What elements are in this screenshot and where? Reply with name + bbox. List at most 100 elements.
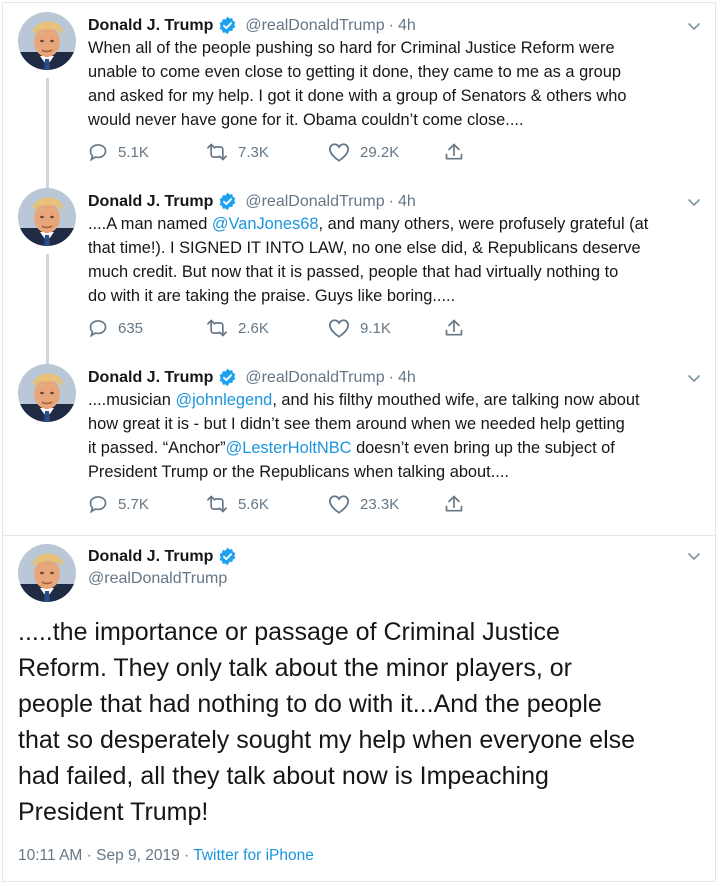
tweet-source[interactable]: Twitter for iPhone (193, 847, 314, 864)
reply-button[interactable]: 5.7K (88, 494, 149, 514)
reply-button[interactable]: 635 (88, 318, 143, 338)
tweet-actions: 5.7K 5.6K 23.3K (88, 494, 508, 518)
chevron-down-icon[interactable] (686, 18, 702, 34)
share-button[interactable] (444, 318, 474, 338)
author-handle[interactable]: @realDonaldTrump (245, 193, 384, 211)
tweet-text-line: people that had nothing to do with it...… (18, 690, 602, 718)
text-segment: that time!). I SIGNED IT INTO LAW, no on… (88, 239, 641, 257)
text-segment: unable to come even close to getting it … (88, 63, 622, 81)
separator-dot: · (388, 16, 394, 34)
like-button[interactable]: 29.2K (328, 142, 399, 162)
tweet-text-line: that time!). I SIGNED IT INTO LAW, no on… (88, 236, 700, 260)
tweet-text-line: and asked for my help. I got it done wit… (88, 84, 700, 108)
tweet-text-line: it passed. “Anchor”@LesterHoltNBC doesn’… (88, 436, 700, 460)
avatar[interactable] (18, 12, 76, 70)
verified-badge-icon (218, 192, 237, 211)
tweet-text-line: would never have gone for it. Obama coul… (88, 108, 700, 132)
share-button[interactable] (444, 494, 474, 514)
tweet-text-line: unable to come even close to getting it … (88, 60, 700, 84)
avatar[interactable] (18, 544, 76, 602)
verified-badge-icon (218, 16, 237, 35)
tweet-text-line: how great it is - but I didn’t see them … (88, 412, 700, 436)
tweet-header: Donald J. Trump @realDonaldTrump · 4h (88, 368, 416, 387)
retweet-button[interactable]: 2.6K (206, 318, 269, 338)
author-handle[interactable]: @realDonaldTrump (88, 570, 237, 588)
like-count: 29.2K (360, 143, 400, 161)
tweet-text: .....the importance or passage of Crimin… (18, 614, 698, 830)
thread-divider (3, 535, 715, 536)
author-name[interactable]: Donald J. Trump (88, 548, 213, 566)
separator-dot: · (388, 368, 394, 386)
retweet-count: 2.6K (238, 319, 269, 337)
timestamp[interactable]: 10:11 AM · Sep 9, 2019 · (18, 847, 189, 864)
tweet-text: ....A man named @VanJones68, and many ot… (88, 212, 700, 308)
mention-link[interactable]: @johnlegend (175, 391, 272, 409)
like-button[interactable]: 23.3K (328, 494, 399, 514)
share-icon (444, 318, 474, 338)
tweet-time[interactable]: 4h (398, 369, 416, 387)
mention-link[interactable]: @LesterHoltNBC (226, 439, 352, 457)
reply-count: 5.1K (118, 143, 149, 161)
reply-button[interactable]: 5.1K (88, 142, 149, 162)
tweet-time[interactable]: 4h (398, 193, 416, 211)
thread-connector-line (46, 254, 49, 366)
tweet-text: ....musician @johnlegend, and his filthy… (88, 388, 700, 484)
share-button[interactable] (444, 142, 474, 162)
text-segment: ....A man named (88, 215, 212, 233)
tweet-text-line: had failed, all they talk about now is I… (18, 762, 549, 790)
text-segment: , and his filthy mouthed wife, are talki… (272, 391, 640, 409)
text-segment: President Trump or the Republicans when … (88, 463, 509, 481)
author-handle[interactable]: @realDonaldTrump (245, 369, 384, 387)
heart-icon (328, 318, 360, 338)
tweet-text-line: ....A man named @VanJones68, and many ot… (88, 212, 700, 236)
tweet-actions: 5.1K 7.3K 29.2K (88, 142, 508, 166)
tweet-text-line: ....musician @johnlegend, and his filthy… (88, 388, 700, 412)
author-handle[interactable]: @realDonaldTrump (245, 17, 384, 35)
retweet-icon (206, 494, 238, 514)
tweet-meta: 10:11 AM · Sep 9, 2019 · Twitter for iPh… (18, 847, 314, 865)
separator-dot: · (388, 192, 394, 210)
text-segment: ....musician (88, 391, 176, 409)
reply-icon (88, 494, 118, 514)
tweet-header: Donald J. Trump @realDonaldTrump · 4h (88, 16, 416, 35)
retweet-button[interactable]: 5.6K (206, 494, 269, 514)
text-segment: and asked for my help. I got it done wit… (88, 87, 627, 105)
chevron-down-icon[interactable] (686, 370, 702, 386)
heart-icon (328, 142, 360, 162)
tweet-text-line: much credit. But now that it is passed, … (88, 260, 700, 284)
tweet-text-line: When all of the people pushing so hard f… (88, 36, 700, 60)
mention-link[interactable]: @VanJones68 (212, 215, 319, 233)
verified-badge-icon (218, 547, 237, 566)
like-count: 9.1K (360, 319, 391, 337)
tweet-time[interactable]: 4h (398, 17, 416, 35)
reply-count: 635 (118, 319, 144, 337)
tweet-text-line: .....the importance or passage of Crimin… (18, 618, 560, 646)
author-name[interactable]: Donald J. Trump (88, 193, 213, 211)
retweet-icon (206, 318, 238, 338)
chevron-down-icon[interactable] (686, 194, 702, 210)
tweet-text-line: President Trump! (18, 798, 209, 826)
retweet-button[interactable]: 7.3K (206, 142, 269, 162)
avatar[interactable] (18, 364, 76, 422)
text-segment: doesn’t even bring up the subject of (351, 439, 615, 457)
tweet-actions: 635 2.6K 9.1K (88, 318, 508, 342)
text-segment: would never have gone for it. Obama coul… (88, 111, 524, 129)
tweet-text-line: President Trump or the Republicans when … (88, 460, 700, 484)
retweet-icon (206, 142, 238, 162)
verified-badge-icon (218, 368, 237, 387)
reply-icon (88, 142, 118, 162)
tweet-text-line: do with it are taking the praise. Guys l… (88, 284, 700, 308)
text-segment: how great it is - but I didn’t see them … (88, 415, 625, 433)
like-count: 23.3K (360, 495, 400, 513)
avatar[interactable] (18, 188, 76, 246)
tweet-text: When all of the people pushing so hard f… (88, 36, 700, 132)
like-button[interactable]: 9.1K (328, 318, 391, 338)
author-block[interactable]: Donald J. Trump @realDonaldTrump (88, 547, 237, 588)
share-icon (444, 494, 474, 514)
text-segment: , and many others, were profusely gratef… (318, 215, 649, 233)
author-name[interactable]: Donald J. Trump (88, 17, 213, 35)
chevron-down-icon[interactable] (686, 548, 702, 564)
tweet-text-line: that so desperately sought my help when … (18, 726, 636, 754)
heart-icon (328, 494, 360, 514)
author-name[interactable]: Donald J. Trump (88, 369, 213, 387)
